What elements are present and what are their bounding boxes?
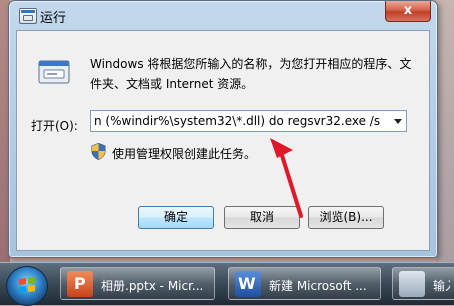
desktop-background-right	[436, 0, 454, 262]
word-icon	[235, 271, 261, 297]
title-bar[interactable]: 运行 x	[9, 1, 437, 29]
uac-shield-icon	[91, 143, 106, 160]
taskbar-item-powerpoint[interactable]: 相册.pptx - Micr...	[60, 267, 215, 300]
taskbar-item-label: 新建 Microsoft ...	[269, 279, 367, 293]
taskbar-item-label: 输入	[433, 279, 450, 293]
close-button[interactable]: x	[385, 1, 431, 22]
command-combobox[interactable]: n (%windir%\system32\*.dll) do regsvr32.…	[90, 110, 407, 132]
command-input[interactable]: n (%windir%\system32\*.dll) do regsvr32.…	[94, 113, 384, 129]
taskbar-item-run[interactable]: 输入	[392, 267, 454, 300]
dialog-body: Windows 将根据您所输入的名称，为您打开相应的程序、文件夹、文档或 Int…	[16, 30, 430, 251]
ok-button[interactable]: 确定	[138, 206, 214, 229]
open-label: 打开(O):	[31, 119, 78, 133]
run-window-icon	[19, 8, 37, 24]
browse-button[interactable]: 浏览(B)...	[308, 206, 384, 229]
run-dialog: 运行 x Windows 将根据您所输入的名称，为您打开相应的程序、文件夹、文档…	[8, 0, 438, 258]
window-title: 运行	[40, 11, 67, 26]
admin-privileges-note: 使用管理权限创建此任务。	[112, 147, 257, 161]
cancel-button[interactable]: 取消	[224, 206, 300, 229]
run-program-icon	[38, 60, 70, 84]
dropdown-arrow-icon[interactable]	[394, 119, 402, 124]
start-button[interactable]	[6, 266, 48, 306]
taskbar-item-label: 相册.pptx - Micr...	[101, 279, 204, 293]
run-icon	[399, 271, 425, 297]
taskbar-item-word[interactable]: 新建 Microsoft ...	[228, 267, 381, 300]
taskbar: 相册.pptx - Micr... 新建 Microsoft ... 输入	[0, 262, 454, 306]
dialog-description: Windows 将根据您所输入的名称，为您打开相应的程序、文件夹、文档或 Int…	[90, 57, 412, 91]
powerpoint-icon	[67, 271, 93, 297]
